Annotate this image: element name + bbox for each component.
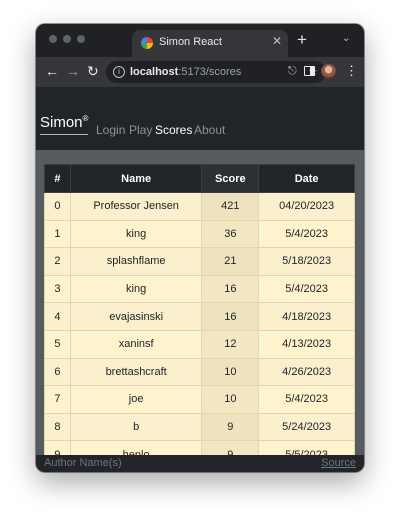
browser-toolbar: ← → ↻ i localhost:5173/scores ⎋ ☆ ⋮ <box>36 57 364 87</box>
cell-name: splashflame <box>69 247 203 276</box>
table-row: 8 b 9 5/24/2023 <box>44 412 355 442</box>
cell-score: 21 <box>201 247 260 276</box>
table-row: 2 splashflame 21 5/18/2023 <box>44 247 355 276</box>
cell-date: 5/4/2023 <box>258 219 355 249</box>
cell-name: xaninsf <box>69 329 203 359</box>
site-footer: Author Name(s) Source <box>36 455 364 472</box>
favicon-icon <box>141 37 153 49</box>
cell-name: joe <box>69 385 203 414</box>
table-row: 3 king 16 5/4/2023 <box>44 274 355 304</box>
table-row: 4 evajasinski 16 4/18/2023 <box>44 302 355 331</box>
minimize-window-icon[interactable] <box>63 35 71 43</box>
new-tab-button[interactable]: + <box>297 30 307 50</box>
tab-search-chevron-icon[interactable]: ⌄ <box>342 33 350 44</box>
column-header-name: Name <box>69 164 203 193</box>
browser-window: Simon React ✕ + ⌄ ← → ↻ i localhost:5173… <box>36 24 364 472</box>
cell-date: 4/26/2023 <box>258 357 355 387</box>
cell-rank: 7 <box>44 385 71 414</box>
cell-score: 9 <box>201 412 260 442</box>
tab-close-icon[interactable]: ✕ <box>272 34 282 48</box>
back-arrow-icon[interactable]: ← <box>45 63 59 79</box>
table-header-row: # Name Score Date <box>44 164 355 193</box>
tab-title: Simon React <box>159 36 222 48</box>
cell-name: king <box>69 219 203 249</box>
cell-rank: 5 <box>44 329 71 359</box>
cell-score: 12 <box>201 329 260 359</box>
column-header-date: Date <box>258 164 355 193</box>
avatar[interactable] <box>321 64 336 79</box>
scores-main: # Name Score Date 0 Professor Jensen 421 04… <box>36 150 364 469</box>
nav-scores[interactable]: Scores <box>155 123 192 137</box>
scores-table: # Name Score Date 0 Professor Jensen 421 04… <box>44 164 355 469</box>
column-header-score: Score <box>201 164 260 193</box>
tab-strip: Simon React ✕ + ⌄ <box>36 24 364 57</box>
cell-score: 16 <box>201 302 260 331</box>
nav-login[interactable]: Login <box>96 123 125 137</box>
table-row: 5 xaninsf 12 4/13/2023 <box>44 329 355 359</box>
table-row: 0 Professor Jensen 421 04/20/2023 <box>44 192 355 221</box>
nav-play[interactable]: Play <box>129 123 152 137</box>
table-row: 1 king 36 5/4/2023 <box>44 219 355 249</box>
nav-about[interactable]: About <box>194 123 225 137</box>
cell-rank: 4 <box>44 302 71 331</box>
cell-score: 16 <box>201 274 260 304</box>
cell-rank: 3 <box>44 274 71 304</box>
browser-tab[interactable]: Simon React ✕ <box>132 30 288 57</box>
cell-date: 5/18/2023 <box>258 247 355 276</box>
table-row: 6 brettashcraft 10 4/26/2023 <box>44 357 355 387</box>
cell-name: evajasinski <box>69 302 203 331</box>
url-text: localhost:5173/scores <box>130 66 242 78</box>
author-name: Author Name(s) <box>44 457 122 469</box>
forward-arrow-icon[interactable]: → <box>66 63 80 79</box>
cell-name: brettashcraft <box>69 357 203 387</box>
table-row: 7 joe 10 5/4/2023 <box>44 385 355 414</box>
side-panel-icon[interactable] <box>304 66 315 76</box>
info-icon[interactable]: i <box>113 66 125 78</box>
source-link[interactable]: Source <box>321 457 356 469</box>
site-header: Simon® Login Play Scores About <box>36 87 364 150</box>
cell-name: b <box>69 412 203 442</box>
column-header-rank: # <box>44 164 71 193</box>
reload-icon[interactable]: ↻ <box>87 63 99 79</box>
cell-name: Professor Jensen <box>69 192 203 221</box>
cell-date: 5/4/2023 <box>258 274 355 304</box>
cell-score: 10 <box>201 357 260 387</box>
brand-logo[interactable]: Simon® <box>40 114 89 135</box>
cell-rank: 0 <box>44 192 71 221</box>
cell-rank: 2 <box>44 247 71 276</box>
cell-score: 421 <box>201 192 260 221</box>
cell-date: 5/4/2023 <box>258 385 355 414</box>
cell-rank: 8 <box>44 412 71 442</box>
cell-date: 4/13/2023 <box>258 329 355 359</box>
close-window-icon[interactable] <box>49 35 57 43</box>
cell-date: 04/20/2023 <box>258 192 355 221</box>
address-bar[interactable]: i localhost:5173/scores ⎋ ☆ <box>106 61 326 83</box>
maximize-window-icon[interactable] <box>77 35 85 43</box>
share-icon[interactable]: ⎋ <box>288 65 297 78</box>
cell-date: 4/18/2023 <box>258 302 355 331</box>
cell-rank: 6 <box>44 357 71 387</box>
cell-score: 36 <box>201 219 260 249</box>
cell-date: 5/24/2023 <box>258 412 355 442</box>
cell-name: king <box>69 274 203 304</box>
cell-rank: 1 <box>44 219 71 249</box>
cell-score: 10 <box>201 385 260 414</box>
kebab-menu-icon[interactable]: ⋮ <box>345 63 358 79</box>
web-page: Simon® Login Play Scores About # Name Sc <box>36 87 364 472</box>
